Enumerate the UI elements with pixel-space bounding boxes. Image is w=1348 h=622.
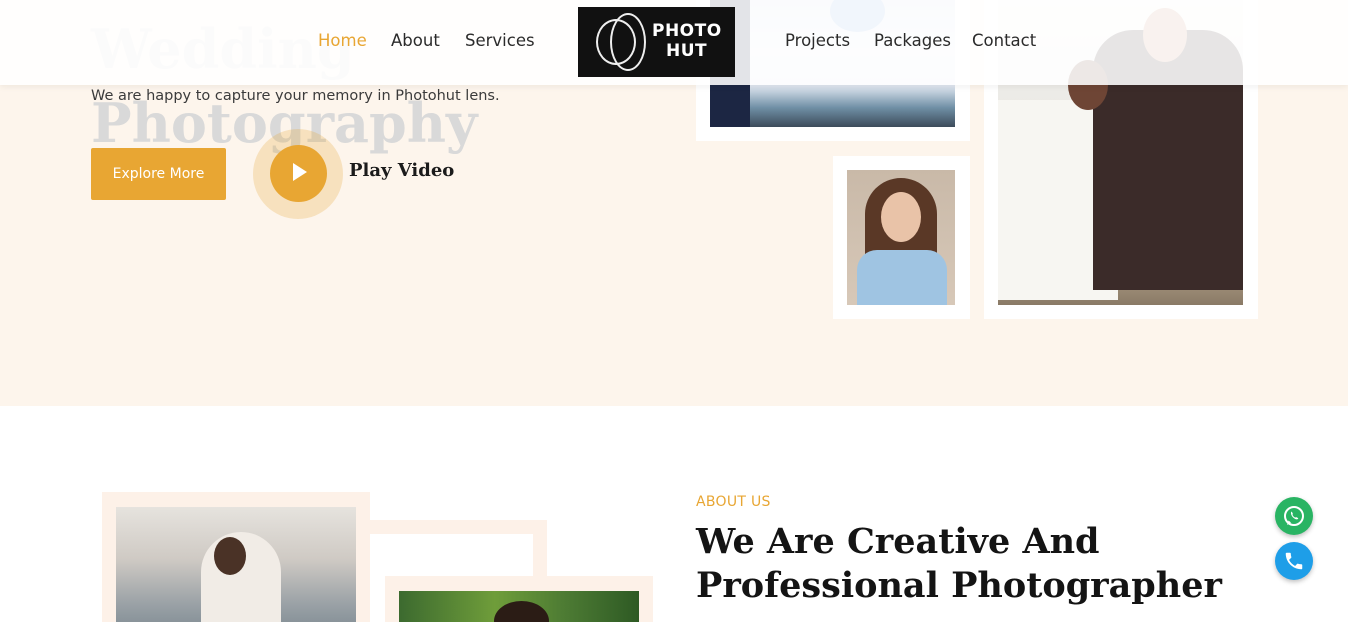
woman-portrait-photo: [847, 170, 955, 305]
logo-text-line2: HUT: [666, 41, 708, 61]
about-tag: ABOUT US: [696, 494, 771, 510]
explore-more-button[interactable]: Explore More: [91, 148, 226, 200]
logo-text-line1: PHOTO: [652, 21, 722, 41]
nav-item-projects[interactable]: Projects: [785, 31, 850, 50]
nav-item-home[interactable]: Home: [318, 31, 367, 50]
whatsapp-button[interactable]: [1275, 497, 1313, 535]
phone-call-button[interactable]: [1275, 542, 1313, 580]
nav-item-about[interactable]: About: [391, 31, 440, 50]
play-icon: [293, 163, 307, 181]
site-logo[interactable]: PHOTO HUT: [578, 7, 735, 77]
phone-icon: [1285, 552, 1303, 570]
about-title: We Are Creative And Professional Photogr…: [696, 521, 1222, 606]
nav-item-packages[interactable]: Packages: [874, 31, 951, 50]
play-circle: [270, 145, 327, 202]
play-video-label[interactable]: Play Video: [349, 160, 454, 181]
nav-item-services[interactable]: Services: [465, 31, 535, 50]
main-navigation: Home About Services PHOTO HUT Projects P…: [0, 0, 1348, 85]
garden-portrait-photo: [399, 591, 639, 622]
nav-item-contact[interactable]: Contact: [972, 31, 1036, 50]
hero-subtitle: We are happy to capture your memory in P…: [91, 88, 500, 104]
couple-beach-photo: [116, 507, 356, 622]
play-video-button[interactable]: [253, 129, 343, 219]
whatsapp-icon: [1284, 506, 1304, 526]
